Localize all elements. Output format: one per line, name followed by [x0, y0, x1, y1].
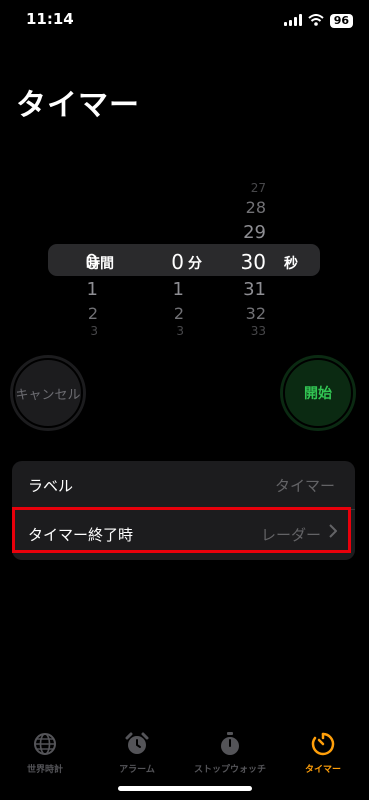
- hours-value-below-3: 3: [90, 324, 98, 338]
- hours-value-below-1: 1: [86, 279, 98, 300]
- home-indicator[interactable]: [118, 786, 252, 791]
- hours-value-below-2: 2: [87, 304, 98, 323]
- label-row-title: ラベル: [28, 476, 74, 495]
- minutes-value-below-3: 3: [176, 324, 184, 338]
- cancel-button-label: キャンセル: [15, 387, 81, 403]
- seconds-value-above-3: 27: [250, 181, 266, 195]
- tab-stopwatch[interactable]: ストップウォッチ: [185, 730, 275, 775]
- status-icons: 96: [283, 11, 353, 30]
- tab-timer-label: タイマー: [304, 765, 341, 775]
- status-bar: 11:14 96: [0, 0, 369, 36]
- seconds-wheel[interactable]: 27 28 29 30 秒 31 32 33: [226, 176, 306, 346]
- tab-stopwatch-label: ストップウォッチ: [193, 765, 266, 775]
- seconds-selected-value: 30: [240, 250, 266, 274]
- minutes-value-below-1: 1: [172, 279, 184, 300]
- alarm-clock-icon: [92, 730, 182, 758]
- stopwatch-icon: [185, 730, 275, 758]
- start-button-label: 開始: [304, 386, 332, 402]
- wifi-icon: [308, 11, 324, 30]
- tab-world-clock-label: 世界時計: [26, 765, 63, 775]
- duration-picker[interactable]: 1 2 3 0 時間 1 2 3 0 分 27 28 29 30 秒 31 32…: [0, 176, 369, 346]
- start-button[interactable]: 開始: [280, 355, 356, 431]
- seconds-value-below-2: 32: [245, 304, 266, 323]
- seconds-value-below-3: 33: [250, 324, 266, 338]
- hours-wheel[interactable]: 1 2 3 0 時間: [58, 176, 138, 346]
- tab-alarm[interactable]: アラーム: [92, 730, 182, 775]
- timer-screen: 11:14 96 タイマー 1 2 3 0 時間 1 2 3 0 分 27 28…: [0, 0, 369, 800]
- seconds-unit-label: 秒: [284, 256, 298, 272]
- signal-icon: [283, 11, 302, 30]
- label-row-value: タイマー: [274, 476, 335, 495]
- annotation-highlight-box: [12, 507, 351, 553]
- label-row[interactable]: ラベル タイマー: [12, 461, 355, 509]
- tab-world-clock[interactable]: 世界時計: [0, 730, 90, 775]
- minutes-wheel[interactable]: 1 2 3 0 分: [144, 176, 224, 346]
- hours-unit-label: 時間: [86, 256, 114, 272]
- page-title: タイマー: [16, 88, 140, 123]
- minutes-unit-label: 分: [188, 256, 202, 272]
- tab-timer[interactable]: タイマー: [278, 730, 368, 775]
- battery-badge: 96: [329, 13, 353, 28]
- minutes-value-below-2: 2: [173, 304, 184, 323]
- globe-icon: [0, 730, 90, 758]
- seconds-value-below-1: 31: [243, 279, 266, 300]
- timer-icon: [278, 730, 368, 758]
- status-time: 11:14: [26, 10, 74, 28]
- cancel-button[interactable]: キャンセル: [10, 355, 86, 431]
- minutes-selected-value: 0: [171, 250, 184, 274]
- seconds-value-above-2: 28: [245, 198, 266, 217]
- seconds-value-above-1: 29: [243, 222, 266, 243]
- tab-alarm-label: アラーム: [119, 765, 155, 775]
